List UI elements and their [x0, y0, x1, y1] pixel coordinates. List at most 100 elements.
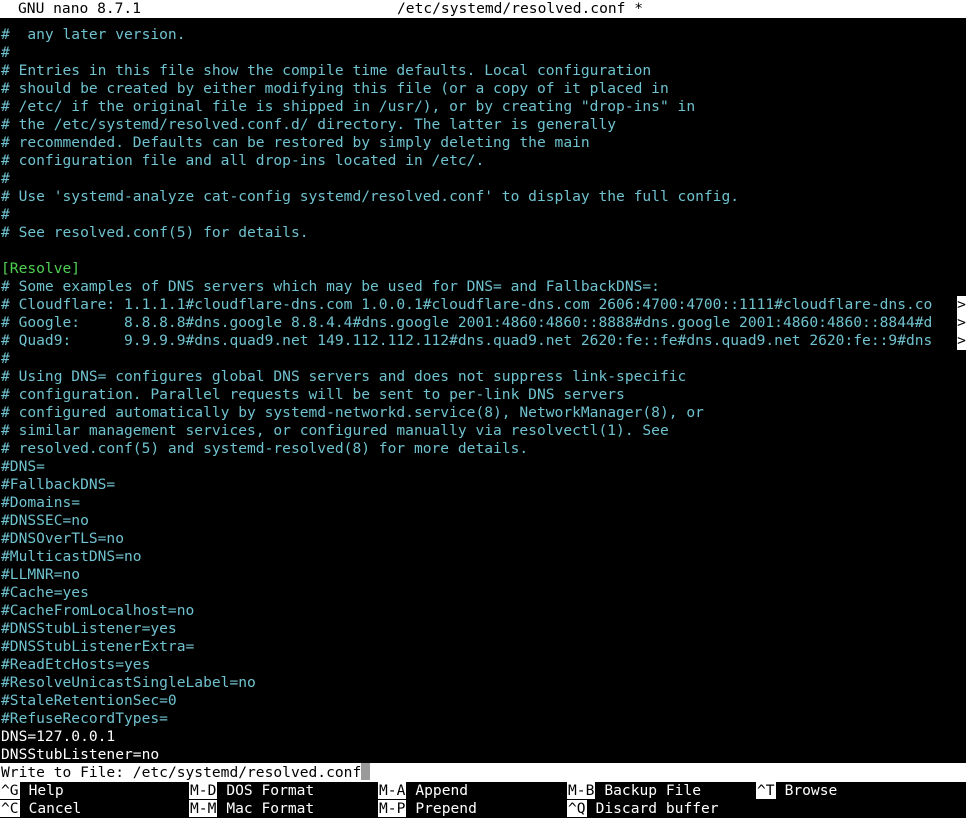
title-bar: GNU nano 8.7.1 /etc/systemd/resolved.con… — [0, 0, 966, 18]
line-truncated-marker: > — [957, 314, 966, 332]
shortcut-append[interactable]: M-A Append — [378, 782, 468, 800]
editor-line[interactable]: # — [0, 350, 966, 368]
comment-text: #ReadEtcHosts=yes — [1, 656, 151, 673]
editor-line[interactable]: #FallbackDNS= — [0, 476, 966, 494]
editor-line[interactable]: # configuration file and all drop-ins lo… — [0, 152, 966, 170]
shortcut-label: Prepend — [415, 800, 477, 817]
shortcut-key: M-B — [567, 782, 596, 799]
editor-line[interactable]: #RefuseRecordTypes= — [0, 710, 966, 728]
comment-text: # configuration. Parallel requests will … — [1, 386, 625, 403]
shortcut-label: Mac Format — [226, 800, 315, 817]
editor-line[interactable]: #DNS= — [0, 458, 966, 476]
editor-line[interactable]: # recommended. Defaults can be restored … — [0, 134, 966, 152]
editor-line[interactable]: #DNSStubListener=yes — [0, 620, 966, 638]
shortcut-discard-buffer[interactable]: ^Q Discard buffer — [567, 800, 719, 818]
shortcut-label: Help — [28, 782, 64, 799]
editor-line[interactable]: #DNSOverTLS=no — [0, 530, 966, 548]
shortcut-key: M-P — [378, 800, 407, 817]
editor-line[interactable]: #MulticastDNS=no — [0, 548, 966, 566]
comment-text: # recommended. Defaults can be restored … — [1, 134, 590, 151]
comment-text: # the /etc/systemd/resolved.conf.d/ dire… — [1, 116, 617, 133]
shortcut-key: ^T — [756, 782, 776, 799]
comment-text: # — [1, 170, 10, 187]
shortcut-mac-format[interactable]: M-M Mac Format — [189, 800, 314, 818]
editor-buffer[interactable]: # any later version. # # Entries in this f… — [0, 26, 966, 764]
editor-line[interactable]: #ResolveUnicastSingleLabel=no — [0, 674, 966, 692]
editor-line[interactable]: DNSStubListener=no — [0, 746, 966, 764]
shortcut-label: Discard buffer — [595, 800, 719, 817]
editor-line[interactable]: [Resolve] — [0, 260, 966, 278]
comment-text: # /etc/ if the original file is shipped … — [1, 98, 696, 115]
shortcut-browse[interactable]: ^T Browse — [756, 782, 837, 800]
comment-text: #CacheFromLocalhost=no — [1, 602, 195, 619]
comment-text: # Quad9: 9.9.9.9#dns.quad9.net 149.112.1… — [1, 332, 933, 349]
shortcut-dos-format[interactable]: M-D DOS Format — [189, 782, 314, 800]
comment-text: #DNS= — [1, 458, 45, 475]
shortcut-bar: ^G Help M-D DOS Format M-A Append M-B Backup… — [0, 782, 966, 818]
comment-text: # should be created by either modifying … — [1, 80, 669, 97]
editor-line[interactable]: # any later version. — [0, 26, 966, 44]
editor-line[interactable]: # /etc/ if the original file is shipped … — [0, 98, 966, 116]
editor-line[interactable]: #DNSSEC=no — [0, 512, 966, 530]
editor-line[interactable]: #StaleRetentionSec=0 — [0, 692, 966, 710]
comment-text: #Cache=yes — [1, 584, 89, 601]
editor-line[interactable]: # Use 'systemd-analyze cat-config system… — [0, 188, 966, 206]
shortcut-label: Browse — [784, 782, 838, 799]
editor-line[interactable]: #Domains= — [0, 494, 966, 512]
editor-line[interactable]: # — [0, 44, 966, 62]
editor-line[interactable]: #LLMNR=no — [0, 566, 966, 584]
shortcut-cancel[interactable]: ^C Cancel — [0, 800, 81, 818]
editor-line[interactable]: # See resolved.conf(5) for details. — [0, 224, 966, 242]
editor-line[interactable]: #Cache=yes — [0, 584, 966, 602]
editor-line[interactable]: # configured automatically by systemd-ne… — [0, 404, 966, 422]
text-cursor — [361, 763, 371, 780]
comment-text: # similar management services, or config… — [1, 422, 669, 439]
editor-line[interactable]: # Some examples of DNS servers which may… — [0, 278, 966, 296]
editor-line[interactable]: # Cloudflare: 1.1.1.1#cloudflare-dns.com… — [0, 296, 966, 314]
comment-text: #DNSStubListenerExtra= — [1, 638, 195, 655]
editor-line[interactable]: # configuration. Parallel requests will … — [0, 386, 966, 404]
comment-text: #MulticastDNS=no — [1, 548, 142, 565]
editor-line[interactable] — [0, 242, 966, 260]
editor-line[interactable]: # Google: 8.8.8.8#dns.google 8.8.4.4#dns… — [0, 314, 966, 332]
editor-line[interactable]: # Quad9: 9.9.9.9#dns.quad9.net 149.112.1… — [0, 332, 966, 350]
editor-line[interactable]: # resolved.conf(5) and systemd-resolved(… — [0, 440, 966, 458]
shortcut-help[interactable]: ^G Help — [0, 782, 64, 800]
shortcut-label: DOS Format — [226, 782, 315, 799]
editor-line[interactable]: # — [0, 206, 966, 224]
write-file-prompt[interactable]: Write to File: /etc/systemd/resolved.con… — [0, 763, 966, 782]
comment-text: #LLMNR=no — [1, 566, 81, 583]
comment-text: #DNSOverTLS=no — [1, 530, 125, 547]
comment-text: # — [1, 206, 10, 223]
comment-text: # resolved.conf(5) and systemd-resolved(… — [1, 440, 529, 457]
comment-text: #StaleRetentionSec=0 — [1, 692, 177, 709]
comment-text: #FallbackDNS= — [1, 476, 116, 493]
shortcut-key: M-M — [189, 800, 218, 817]
comment-text: # Use 'systemd-analyze cat-config system… — [1, 188, 740, 205]
shortcut-label: Cancel — [28, 800, 82, 817]
editor-line[interactable]: #ReadEtcHosts=yes — [0, 656, 966, 674]
editor-line[interactable]: #DNSStubListenerExtra= — [0, 638, 966, 656]
editor-line[interactable]: # — [0, 170, 966, 188]
editor-line[interactable]: # similar management services, or config… — [0, 422, 966, 440]
shortcut-label: Append — [415, 782, 469, 799]
comment-text: # configuration file and all drop-ins lo… — [1, 152, 485, 169]
line-truncated-marker: > — [957, 296, 966, 314]
comment-text: # — [1, 44, 10, 61]
comment-text: # any later version. — [1, 26, 186, 43]
filename-input[interactable]: /etc/systemd/resolved.conf — [133, 764, 361, 781]
comment-text: #DNSStubListener=yes — [1, 620, 177, 637]
editor-line[interactable]: # should be created by either modifying … — [0, 80, 966, 98]
shortcut-backup-file[interactable]: M-B Backup File — [567, 782, 701, 800]
comment-text: # Using DNS= configures global DNS serve… — [1, 368, 687, 385]
comment-text: # Some examples of DNS servers which may… — [1, 278, 660, 295]
editor-line[interactable]: # Entries in this file show the compile … — [0, 62, 966, 80]
editor-line[interactable]: DNS=127.0.0.1 — [0, 728, 966, 746]
comment-text: # Entries in this file show the compile … — [1, 62, 652, 79]
editor-line[interactable]: # Using DNS= configures global DNS serve… — [0, 368, 966, 386]
editor-line[interactable]: #CacheFromLocalhost=no — [0, 602, 966, 620]
app-name: GNU nano 8.7.1 — [18, 0, 142, 17]
file-path: /etc/systemd/resolved.conf * — [397, 0, 644, 17]
editor-line[interactable]: # the /etc/systemd/resolved.conf.d/ dire… — [0, 116, 966, 134]
shortcut-prepend[interactable]: M-P Prepend — [378, 800, 477, 818]
